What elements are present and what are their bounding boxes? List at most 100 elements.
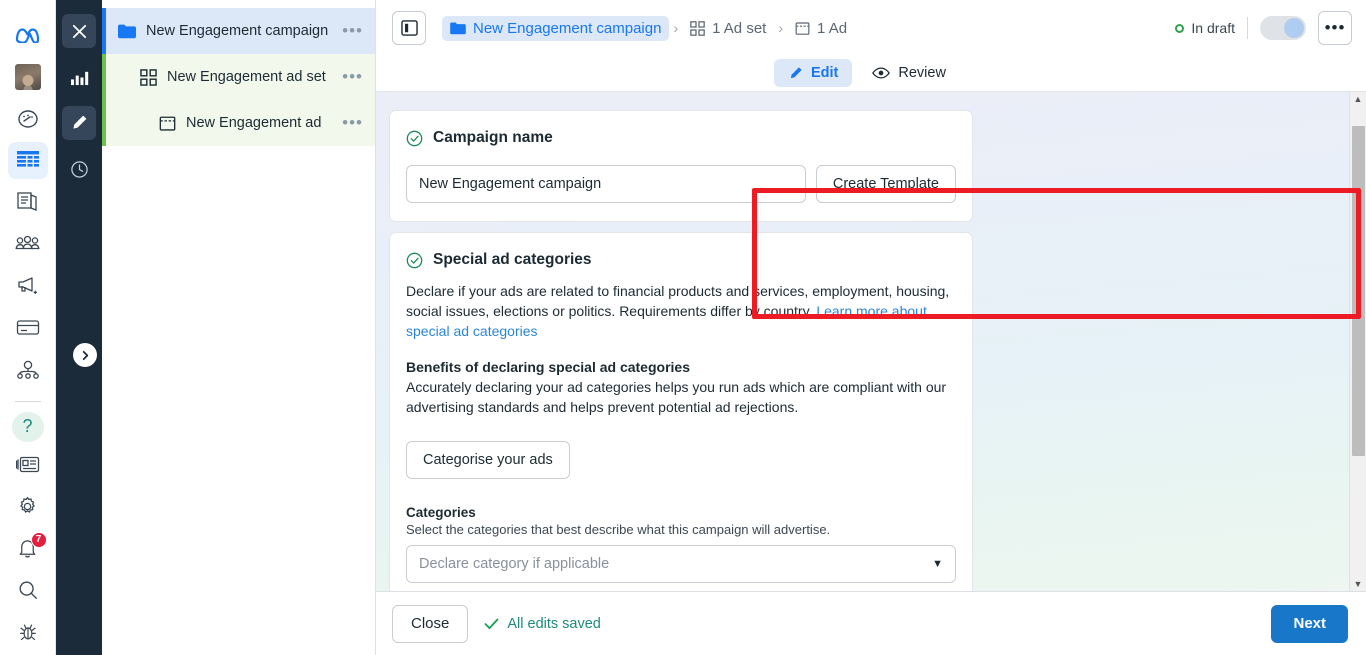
- campaign-name-input[interactable]: [406, 165, 806, 203]
- audience-icon[interactable]: [8, 225, 48, 263]
- breadcrumb-row: New Engagement campaign › 1 Ad set › 1 A…: [376, 0, 1366, 56]
- news-icon[interactable]: [8, 446, 48, 484]
- status-badge: In draft: [1175, 20, 1235, 36]
- status-dot-icon: [1175, 23, 1185, 33]
- benefits-text: Accurately declaring your ad categories …: [406, 379, 947, 415]
- next-button[interactable]: Next: [1271, 604, 1348, 643]
- eye-icon: [872, 67, 891, 79]
- edit-review-tabs: Edit Review: [376, 56, 1366, 90]
- pages-icon[interactable]: [8, 183, 48, 221]
- divider: [1247, 17, 1248, 39]
- tree-item-label: New Engagement campaign: [146, 23, 329, 39]
- save-status: All edits saved: [484, 616, 601, 632]
- check-circle-icon: [406, 130, 423, 146]
- campaign-name-card: Campaign name Create Template: [389, 110, 973, 222]
- global-nav-rail: ? 7: [0, 0, 56, 655]
- bug-icon[interactable]: [8, 613, 48, 651]
- breadcrumb-item-adset[interactable]: 1 Ad set: [682, 16, 774, 41]
- section-header: Special ad categories: [406, 251, 956, 269]
- top-bar: New Engagement campaign › 1 Ad set › 1 A…: [376, 0, 1366, 92]
- section-title: Campaign name: [433, 129, 553, 146]
- bar-chart-icon[interactable]: [62, 60, 96, 94]
- grid-icon: [140, 68, 157, 86]
- folder-icon: [450, 22, 466, 34]
- pencil-icon: [790, 66, 802, 78]
- tree-item-ad[interactable]: New Engagement ad •••: [102, 100, 375, 146]
- ad-frame-icon: [795, 21, 810, 35]
- categorise-your-ads-button[interactable]: Categorise your ads: [406, 441, 570, 479]
- categories-help-text: Select the categories that best describe…: [406, 522, 831, 537]
- check-icon: [484, 618, 499, 629]
- form-scroll-region[interactable]: Campaign name Create Template Special ad…: [376, 92, 1349, 591]
- gear-icon[interactable]: [8, 488, 48, 526]
- bell-icon[interactable]: 7: [8, 530, 48, 568]
- tree-item-label: New Engagement ad set: [167, 69, 326, 85]
- gauge-icon[interactable]: [8, 100, 48, 138]
- panel-toggle-button[interactable]: [392, 11, 426, 45]
- kebab-glyph: •••: [1324, 18, 1346, 37]
- notification-badge: 7: [30, 531, 47, 548]
- more-options-button[interactable]: •••: [1318, 11, 1352, 45]
- meta-logo-icon[interactable]: [8, 16, 48, 54]
- breadcrumb: New Engagement campaign › 1 Ad set › 1 A…: [442, 15, 855, 41]
- tab-edit[interactable]: Edit: [774, 59, 853, 87]
- create-template-button[interactable]: Create Template: [815, 165, 956, 203]
- close-button[interactable]: Close: [392, 604, 469, 643]
- scroll-down-arrow[interactable]: ▼: [1354, 579, 1363, 589]
- grid-icon: [690, 20, 705, 36]
- tree-item-campaign[interactable]: New Engagement campaign •••: [102, 8, 375, 54]
- breadcrumb-separator: ›: [778, 20, 784, 36]
- tab-label: Review: [898, 65, 946, 81]
- hierarchy-icon[interactable]: [8, 351, 48, 389]
- campaign-active-toggle[interactable]: [1260, 16, 1306, 40]
- categories-label: Categories: [406, 505, 476, 520]
- status-area: In draft •••: [1175, 11, 1352, 45]
- ads-manager-window: ? 7 New Engagement campaign ••• New Enga…: [0, 0, 1366, 655]
- breadcrumb-item-campaign[interactable]: New Engagement campaign: [442, 15, 670, 41]
- breadcrumb-label: 1 Ad: [817, 19, 848, 37]
- scrollbar-track[interactable]: [1350, 104, 1366, 579]
- special-ad-categories-card: Special ad categories Declare if your ad…: [389, 232, 973, 591]
- expand-panel-button[interactable]: [73, 343, 97, 367]
- table-icon[interactable]: [7, 141, 48, 180]
- ad-frame-icon: [159, 115, 176, 132]
- tree-edge-indicator: [102, 54, 106, 100]
- benefits-heading: Benefits of declaring special ad categor…: [406, 359, 690, 375]
- section-title: Special ad categories: [433, 251, 592, 268]
- avatar[interactable]: [8, 58, 48, 96]
- tree-item-menu-button[interactable]: •••: [340, 22, 365, 39]
- clock-icon[interactable]: [62, 152, 96, 186]
- tab-review[interactable]: Review: [858, 59, 960, 87]
- pencil-icon[interactable]: [62, 106, 96, 140]
- content-area: Campaign name Create Template Special ad…: [376, 92, 1366, 591]
- campaign-nav-rail: [56, 0, 102, 655]
- status-label: In draft: [1191, 20, 1235, 36]
- special-categories-description: Declare if your ads are related to finan…: [406, 281, 956, 341]
- billing-card-icon[interactable]: [8, 309, 48, 347]
- categories-select-value: Declare category if applicable: [419, 556, 610, 572]
- help-icon[interactable]: ?: [11, 411, 44, 442]
- breadcrumb-label: 1 Ad set: [712, 19, 767, 37]
- check-circle-icon: [406, 252, 423, 268]
- scrollbar-thumb[interactable]: [1351, 126, 1365, 456]
- campaign-name-row: Create Template: [406, 165, 956, 203]
- scroll-up-arrow[interactable]: ▲: [1354, 94, 1363, 104]
- search-icon[interactable]: [8, 571, 48, 609]
- breadcrumb-label: New Engagement campaign: [473, 19, 662, 37]
- tree-item-menu-button[interactable]: •••: [340, 68, 365, 85]
- chevron-down-icon: ▼: [932, 558, 943, 570]
- toggle-knob: [1284, 18, 1304, 38]
- save-status-label: All edits saved: [507, 615, 601, 632]
- tree-item-menu-button[interactable]: •••: [340, 114, 365, 131]
- breadcrumb-item-ad[interactable]: 1 Ad: [787, 16, 855, 41]
- megaphone-icon[interactable]: [8, 267, 48, 305]
- vertical-scrollbar[interactable]: ▲ ▼: [1349, 92, 1366, 591]
- categories-select[interactable]: Declare category if applicable ▼: [406, 545, 956, 583]
- rail-divider: [14, 400, 41, 402]
- close-icon[interactable]: [62, 14, 96, 48]
- campaign-tree-panel: New Engagement campaign ••• New Engageme…: [102, 0, 376, 655]
- tree-item-adset[interactable]: New Engagement ad set •••: [102, 54, 375, 100]
- tree-edge-indicator: [102, 100, 106, 146]
- tree-edge-indicator: [102, 8, 106, 54]
- folder-icon: [118, 24, 136, 39]
